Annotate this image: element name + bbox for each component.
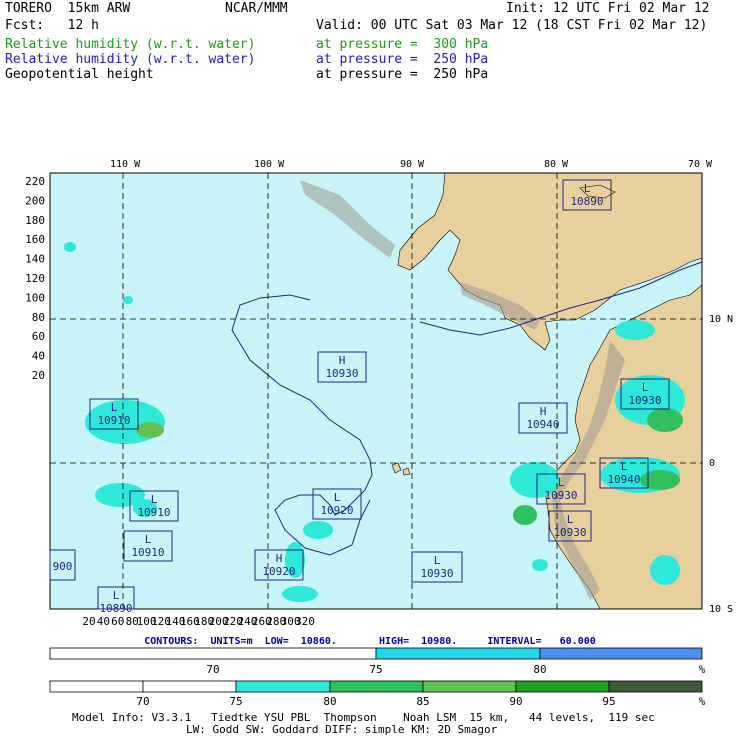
lat-label: 10 N (709, 314, 733, 325)
center-value: 10910 (131, 546, 164, 559)
center-type: H (276, 552, 283, 565)
longitude-labels: 110 W 100 W 90 W 80 W 70 W (110, 159, 713, 170)
x-tick-label: 40 (97, 615, 110, 628)
colorbar-label: 80 (323, 695, 336, 708)
center-value: 10930 (628, 394, 661, 407)
colorbar-label: % (699, 663, 706, 676)
center-type: L (111, 401, 118, 414)
y-tick-label: 40 (32, 350, 45, 363)
center-type: L (567, 513, 574, 526)
colorbar-label: 95 (602, 695, 615, 708)
x-tick-label: 320 (295, 615, 315, 628)
colorbar-rh300: 70 75 80 85 90 95% (49, 680, 706, 708)
y-tick-label: 60 (32, 330, 45, 343)
contour-info: CONTOURS: UNITS=m LOW= 10860. HIGH= 1098… (144, 636, 596, 647)
x-grid-ticks: 20 40 60 8010012014016018020022024026028030… (82, 615, 315, 628)
lat-label: 0 (709, 458, 715, 469)
center-type: L (642, 381, 649, 394)
colorbar-segment (329, 680, 424, 693)
y-tick-label: 180 (25, 214, 45, 227)
lon-label: 80 W (544, 159, 569, 170)
center-value: 10940 (526, 418, 559, 431)
center-value: 10930 (553, 526, 586, 539)
y-tick-label: 100 (25, 291, 45, 304)
colorbar-segment (539, 647, 703, 660)
y-tick-label: 20 (32, 369, 45, 382)
colorbar-rh250: 70 75 80% (49, 647, 706, 676)
lon-label: 70 W (688, 159, 713, 170)
x-tick-label: 20 (82, 615, 95, 628)
lon-label: 100 W (254, 159, 285, 170)
center-type: L (151, 493, 158, 506)
colorbar-label: 70 (206, 663, 219, 676)
colorbar-label: 85 (416, 695, 429, 708)
center-value: 10910 (137, 506, 170, 519)
center-type: H (540, 405, 547, 418)
center-value: 10890 (570, 195, 603, 208)
y-tick-label: 140 (25, 253, 45, 266)
center-type: H (339, 354, 346, 367)
colorbar-label: 75 (229, 695, 242, 708)
center-value: 10890 (99, 602, 132, 615)
center-value: 10930 (544, 489, 577, 502)
center-value: 900 (53, 560, 73, 573)
colorbar-segment (142, 680, 237, 693)
colorbar-label: 70 (136, 695, 149, 708)
footer-physics-info: LW: Godd SW: Goddard DIFF: simple KM: 2D… (186, 723, 498, 736)
center-value: 10940 (607, 473, 640, 486)
center-value: 10930 (325, 367, 358, 380)
center-type: L (113, 589, 120, 602)
latitude-labels: 10 N 0 10 S (709, 314, 733, 615)
colorbar-segment (49, 680, 144, 693)
center-type: L (434, 554, 441, 567)
colorbar-label: 75 (369, 663, 382, 676)
colorbar-segment (515, 680, 610, 693)
y-tick-label: 160 (25, 233, 45, 246)
y-tick-label: 80 (32, 311, 45, 324)
center-value: 10920 (320, 504, 353, 517)
center-type: L (584, 182, 591, 195)
center-value: 10910 (97, 414, 130, 427)
y-grid-ticks: 220 200 180 160 140 120 100 80 60 40 20 (25, 175, 45, 382)
center-type: L (334, 491, 341, 504)
colorbar-label: % (699, 695, 706, 708)
colorbar-label: 80 (533, 663, 546, 676)
colorbar-segment (608, 680, 703, 693)
weather-map: 110 W 100 W 90 W 80 W 70 W 10 N 0 10 S 2… (25, 159, 733, 708)
y-tick-label: 120 (25, 272, 45, 285)
x-tick-label: 60 (111, 615, 124, 628)
center-value: 10920 (262, 565, 295, 578)
colorbar-segment (49, 647, 377, 660)
lat-label: 10 S (709, 604, 733, 615)
center-type: L (145, 533, 152, 546)
center-value: 10930 (420, 567, 453, 580)
center-type: L (621, 460, 628, 473)
colorbar-segment (235, 680, 331, 693)
colorbar-segment (422, 680, 517, 693)
center-type: L (558, 476, 565, 489)
lon-label: 110 W (110, 159, 141, 170)
y-tick-label: 200 (25, 194, 45, 207)
lon-label: 90 W (400, 159, 425, 170)
y-tick-label: 220 (25, 175, 45, 188)
colorbar-segment (375, 647, 541, 660)
colorbar-label: 90 (509, 695, 522, 708)
